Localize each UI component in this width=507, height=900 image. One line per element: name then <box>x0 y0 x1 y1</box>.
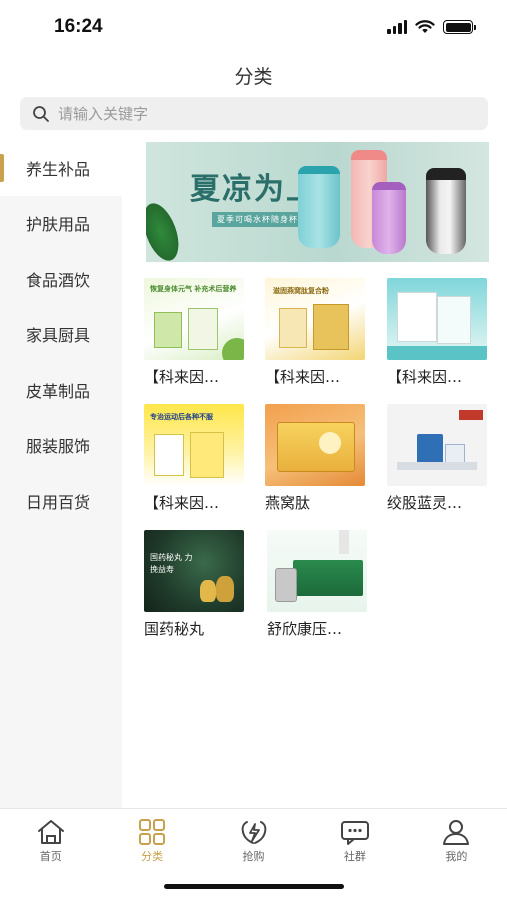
sidebar-item-label: 日用百货 <box>26 492 91 512</box>
bottle-image <box>298 166 340 248</box>
product-card[interactable]: 燕窝肽 <box>265 404 369 513</box>
product-card[interactable]: 【科来因… <box>387 278 491 387</box>
category-sidebar: 养生补品 护肤用品 食品酒饮 家具厨具 皮革制品 服装服饰 日用百货 <box>0 140 122 808</box>
product-name: 国药秘丸 <box>144 620 205 638</box>
product-card[interactable]: 舒欣康压… <box>267 530 371 639</box>
tab-community[interactable]: 社群 <box>304 809 405 868</box>
sidebar-item-home-kitchen[interactable]: 家具厨具 <box>0 307 122 363</box>
product-image: 滋固燕窝肽复合粉 <box>265 278 365 360</box>
product-image <box>387 278 487 360</box>
status-time: 16:24 <box>54 16 103 37</box>
battery-icon <box>443 20 476 34</box>
product-card[interactable]: 绞股蓝灵… <box>387 404 491 513</box>
product-name: 【科来因… <box>144 494 220 512</box>
sidebar-item-leather-goods[interactable]: 皮革制品 <box>0 362 122 418</box>
product-image-label: 专治运动后各种不服 <box>150 413 213 421</box>
profile-icon <box>443 820 470 845</box>
status-icons <box>387 20 476 34</box>
sidebar-item-health-supplements[interactable]: 养生补品 <box>0 140 122 196</box>
tab-label: 社群 <box>343 850 366 863</box>
tab-category[interactable]: 分类 <box>101 809 202 868</box>
product-image: 国药秘丸 力挽益寿 <box>144 530 244 612</box>
search-input[interactable] <box>58 104 458 123</box>
product-image-label: 滋固燕窝肽复合粉 <box>273 287 329 295</box>
product-card[interactable]: 滋固燕窝肽复合粉 【科来因… <box>265 278 369 387</box>
page-title: 分类 <box>234 66 273 88</box>
sidebar-item-label: 皮革制品 <box>26 381 91 401</box>
product-name: 【科来因… <box>144 368 220 386</box>
product-image-label: 国药秘丸 力挽益寿 <box>150 553 193 574</box>
bottom-tab-bar: 首页 分类 抢购 社群 我的 <box>0 808 507 868</box>
product-name: 舒欣康压… <box>267 620 343 638</box>
bottle-image <box>426 168 466 254</box>
wifi-icon <box>415 20 435 33</box>
community-icon <box>340 821 369 845</box>
tab-label: 分类 <box>141 850 164 863</box>
tab-label: 抢购 <box>242 850 265 863</box>
product-name: 燕窝肽 <box>265 494 311 512</box>
sidebar-item-label: 食品酒饮 <box>26 270 91 290</box>
product-name: 【科来因… <box>265 368 341 386</box>
sidebar-item-label: 服装服饰 <box>26 437 91 457</box>
product-name: 绞股蓝灵… <box>387 494 463 512</box>
search-icon <box>33 105 49 122</box>
tab-label: 我的 <box>445 850 468 863</box>
tab-profile[interactable]: 我的 <box>406 809 507 868</box>
promo-banner[interactable]: 夏凉为上 夏季可喝水杯随身杯 <box>146 142 489 262</box>
product-image: 专治运动后各种不服 <box>144 404 244 486</box>
product-card[interactable]: 恢复身体元气 补充术后营养 【科来因… <box>144 278 248 387</box>
cellular-signal-icon <box>387 20 407 34</box>
product-image <box>387 404 487 486</box>
product-image <box>267 530 367 612</box>
product-card[interactable]: 国药秘丸 力挽益寿 国药秘丸 <box>144 530 248 639</box>
sidebar-item-label: 家具厨具 <box>26 326 91 346</box>
tab-label: 首页 <box>39 850 62 863</box>
sidebar-item-label: 养生补品 <box>26 159 91 179</box>
status-bar: 16:24 <box>0 0 507 52</box>
sidebar-item-skincare[interactable]: 护肤用品 <box>0 196 122 252</box>
product-name: 【科来因… <box>387 368 463 386</box>
home-icon <box>37 820 64 844</box>
sidebar-item-apparel[interactable]: 服装服饰 <box>0 418 122 474</box>
home-indicator <box>164 884 344 889</box>
sidebar-item-label: 护肤用品 <box>26 215 91 235</box>
category-icon <box>139 819 166 845</box>
product-image: 恢复身体元气 补充术后营养 <box>144 278 244 360</box>
bottle-image <box>372 182 406 254</box>
category-content: 夏凉为上 夏季可喝水杯随身杯 恢复身体元气 补充术后营养 【科来因… 滋固燕窝肽… <box>122 140 507 808</box>
flash-sale-icon <box>241 821 266 844</box>
banner-subtitle: 夏季可喝水杯随身杯 <box>212 212 303 227</box>
leaf-decoration <box>146 198 186 262</box>
tab-home[interactable]: 首页 <box>0 809 101 868</box>
product-image-label: 恢复身体元气 补充术后营养 <box>150 285 237 293</box>
product-card[interactable]: 专治运动后各种不服 【科来因… <box>144 404 248 513</box>
search-bar[interactable] <box>20 97 488 130</box>
product-image <box>265 404 365 486</box>
sidebar-item-food-drinks[interactable]: 食品酒饮 <box>0 251 122 307</box>
sidebar-item-daily-goods[interactable]: 日用百货 <box>0 473 122 529</box>
tab-flash-sale[interactable]: 抢购 <box>203 809 304 868</box>
